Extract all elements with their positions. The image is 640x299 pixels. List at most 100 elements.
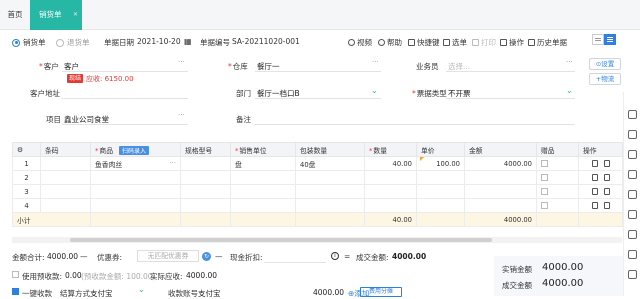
video-button[interactable]: 视频 [348, 37, 372, 48]
cell-product[interactable] [90, 170, 181, 185]
view-list-button[interactable] [604, 34, 616, 45]
date-label: 单据日期 [104, 38, 134, 47]
cell-gift[interactable] [536, 198, 579, 213]
close-icon[interactable]: ✕ [73, 0, 78, 30]
view-compact-button[interactable] [592, 34, 604, 45]
link-icon[interactable] [628, 230, 637, 239]
copy-icon[interactable] [603, 201, 610, 209]
gift-checkbox[interactable] [541, 173, 548, 181]
choose-order-button[interactable]: 选单 [443, 37, 467, 48]
cell-pack[interactable] [295, 184, 365, 199]
more-icon[interactable]: ··· [178, 58, 185, 66]
cell-gift[interactable] [536, 156, 579, 171]
logistics-button[interactable]: +物流 [589, 73, 621, 85]
cell-unit[interactable] [230, 170, 296, 185]
delete-icon[interactable] [591, 173, 598, 181]
discount-input[interactable] [264, 262, 326, 263]
cell-price[interactable] [416, 170, 465, 185]
delete-icon[interactable] [591, 187, 598, 195]
more-icon[interactable]: ··· [372, 58, 379, 66]
more-icon[interactable]: ··· [170, 159, 176, 167]
cell-price[interactable] [416, 198, 465, 213]
cell-spec[interactable] [180, 156, 231, 171]
cell-unit[interactable]: 盘 [230, 156, 296, 171]
copy-icon[interactable] [603, 159, 610, 167]
prepay-checkbox[interactable] [12, 271, 19, 278]
date-input[interactable]: 2021-10-20 [137, 37, 181, 46]
operations-button[interactable]: 操作 [500, 37, 524, 48]
cell-unit[interactable] [230, 184, 296, 199]
calendar-icon[interactable]: ▦ [184, 37, 192, 46]
settings-icon[interactable]: ⚙ [12, 142, 41, 157]
cell-barcode[interactable] [40, 184, 91, 199]
cell-pack[interactable] [295, 170, 365, 185]
customer-label: 客户 [39, 61, 59, 72]
more-icon[interactable]: ··· [566, 58, 573, 66]
cell-amount[interactable] [464, 170, 537, 185]
delete-icon[interactable] [591, 201, 598, 209]
coupon-select[interactable]: 无匹配优惠券 [137, 250, 199, 262]
delete-icon[interactable] [591, 159, 598, 167]
copy-icon[interactable] [603, 187, 610, 195]
cell-product[interactable] [90, 198, 181, 213]
shortcut-button[interactable]: 快捷键 [408, 37, 440, 48]
tab-sales-order-label: 销货单 [39, 10, 62, 19]
clock-icon[interactable] [628, 170, 637, 179]
minus-sign: — [80, 252, 88, 261]
settle-tag: 现结 [67, 74, 84, 83]
cell-qty[interactable]: 40.00 [364, 156, 417, 171]
refresh-icon[interactable]: ↻ [202, 252, 211, 261]
table-row: 2 [12, 170, 623, 185]
gift-checkbox[interactable] [541, 201, 548, 209]
cell-price[interactable] [416, 184, 465, 199]
shield-icon[interactable] [628, 110, 637, 119]
chevron-down-icon[interactable]: ⌄ [566, 86, 573, 95]
radio-return-order[interactable]: 退货单 [56, 37, 90, 48]
account-select[interactable]: 支付宝 [198, 288, 221, 299]
gift-checkbox[interactable] [541, 187, 548, 195]
settings-button[interactable]: ⊙设置 [589, 58, 621, 70]
chevron-down-icon[interactable]: ⌄ [138, 285, 145, 294]
cell-amount[interactable]: 4000.00 [464, 156, 537, 171]
tab-sales-order[interactable]: 销货单 ✕ [30, 0, 82, 30]
cell-product[interactable] [90, 184, 181, 199]
cell-pack[interactable]: 40盘 [295, 156, 365, 171]
inventory-icon[interactable] [628, 150, 637, 159]
one-key-checkbox[interactable] [12, 288, 19, 295]
cell-spec[interactable] [180, 198, 231, 213]
cell-qty[interactable] [364, 170, 417, 185]
cell-spec[interactable] [180, 170, 231, 185]
radio-sales-order[interactable]: 销货单 [12, 37, 46, 48]
tab-home[interactable]: 首页 [0, 0, 30, 30]
customer-icon[interactable] [628, 190, 637, 199]
cell-gift[interactable] [536, 184, 579, 199]
more-icon[interactable]: ··· [178, 111, 185, 119]
scan-entry-button[interactable]: 扫码录入 [119, 145, 150, 155]
cell-qty[interactable] [364, 184, 417, 199]
gift-checkbox[interactable] [541, 159, 548, 167]
history-button[interactable]: 历史单据 [528, 37, 567, 48]
radio-return-order-label: 退货单 [67, 38, 90, 47]
settings-icon[interactable] [628, 250, 637, 259]
print-button[interactable]: 打印 [472, 37, 496, 48]
discount-info-icon[interactable]: i [331, 252, 339, 260]
help-button[interactable]: 帮助 [378, 37, 402, 48]
cell-unit[interactable] [230, 198, 296, 213]
horizontal-scrollbar[interactable] [70, 238, 492, 242]
doc-icon[interactable] [628, 130, 637, 139]
cell-amount[interactable] [464, 184, 537, 199]
cell-amount[interactable] [464, 198, 537, 213]
cell-spec[interactable] [180, 184, 231, 199]
copy-icon[interactable] [603, 173, 610, 181]
cell-product[interactable]: 鱼香肉丝 ··· [90, 156, 181, 171]
settle-method-select[interactable]: 支付宝 [90, 288, 113, 299]
history-icon[interactable] [628, 210, 637, 219]
cell-gift[interactable] [536, 170, 579, 185]
cell-pack[interactable] [295, 198, 365, 213]
cell-barcode[interactable] [40, 156, 91, 171]
cell-qty[interactable] [364, 198, 417, 213]
cell-barcode[interactable] [40, 170, 91, 185]
chevron-down-icon[interactable]: ⌄ [371, 86, 378, 95]
cell-barcode[interactable] [40, 198, 91, 213]
truck-icon[interactable] [628, 270, 637, 279]
